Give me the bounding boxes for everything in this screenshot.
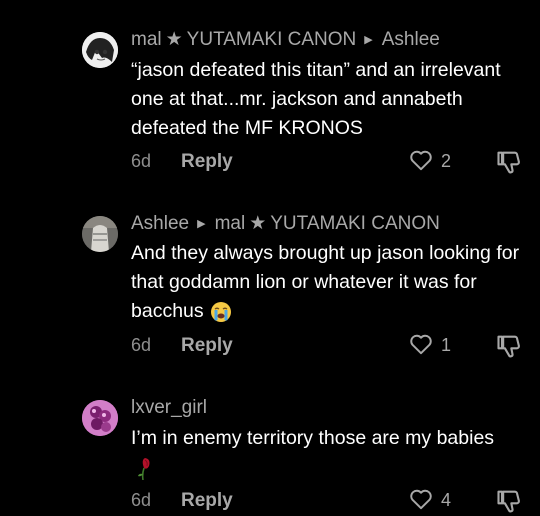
reply-to-name[interactable]: mal — [215, 213, 246, 235]
comment-age: 6d — [131, 490, 152, 510]
like-count: 2 — [441, 151, 452, 171]
author-name[interactable]: lxver_girl — [131, 397, 207, 419]
crying-face-icon — [211, 301, 232, 322]
comment-text: I’m in enemy territory those are my babi… — [131, 424, 531, 482]
author-suffix[interactable]: YUTAMAKI CANON — [187, 29, 357, 51]
star-icon: ★ — [165, 29, 183, 50]
avatar[interactable] — [82, 400, 118, 436]
comment-text-content: I’m in enemy territory those are my babi… — [131, 427, 495, 449]
reply-button[interactable]: Reply — [181, 490, 233, 512]
wilted-rose-icon — [138, 458, 150, 481]
like-count: 4 — [441, 490, 452, 510]
comment-actions: 6d Reply 2 — [131, 148, 531, 177]
like-count: 1 — [441, 335, 452, 355]
comment-header: lxver_girl — [131, 397, 207, 419]
comment-header: Ashlee ▶ mal ★ YUTAMAKI CANON — [131, 212, 440, 235]
comment-text: “jason defeated this titan” and an irrel… — [131, 59, 501, 139]
dislike-icon[interactable] — [495, 148, 523, 176]
avatar[interactable] — [82, 216, 118, 252]
dislike-icon[interactable] — [495, 487, 523, 515]
heart-icon[interactable] — [408, 331, 434, 357]
reply-to-suffix[interactable]: YUTAMAKI CANON — [270, 213, 440, 235]
comment-text-content: And they always brought up jason looking… — [131, 242, 520, 322]
heart-icon[interactable] — [408, 486, 434, 512]
author-name[interactable]: Ashlee — [131, 213, 189, 235]
reply-arrow-icon: ▶ — [197, 218, 206, 230]
comment-actions: 6d Reply 4 — [131, 487, 531, 516]
reply-button[interactable]: Reply — [181, 335, 233, 357]
reply-to-name[interactable]: Ashlee — [382, 29, 440, 51]
heart-icon[interactable] — [408, 147, 434, 173]
comment-text: And they always brought up jason looking… — [131, 239, 531, 326]
comment-age: 6d — [131, 151, 152, 171]
star-icon: ★ — [249, 213, 267, 234]
author-name[interactable]: mal — [131, 29, 162, 51]
dislike-icon[interactable] — [495, 332, 523, 360]
comment-age: 6d — [131, 335, 152, 355]
comment-header: mal ★ YUTAMAKI CANON ▶ Ashlee — [131, 28, 440, 51]
reply-button[interactable]: Reply — [181, 151, 233, 173]
reply-arrow-icon: ▶ — [364, 34, 373, 46]
comment-actions: 6d Reply 1 — [131, 332, 531, 361]
avatar[interactable] — [82, 32, 118, 68]
